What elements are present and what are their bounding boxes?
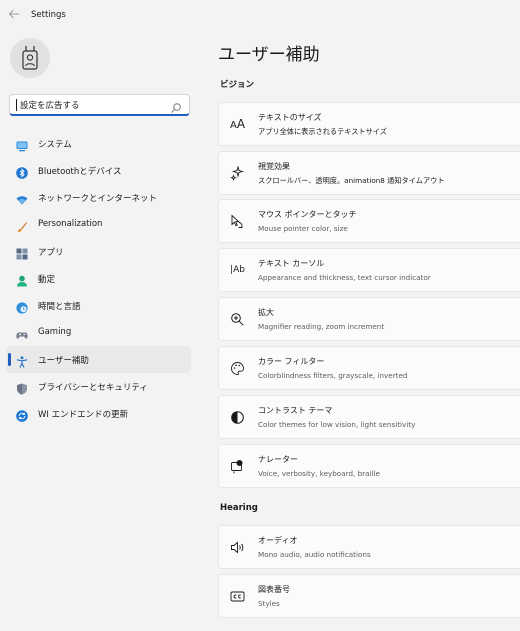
section-label-vision: ビジョン [220, 80, 255, 90]
mouse-pointer-icon [230, 214, 245, 229]
sidebar-item-label: プライバシーとセキュリティ [38, 383, 148, 393]
sidebar-item-time-language[interactable]: 時間と言語 [6, 292, 191, 319]
sidebar-item-label: ユーザー補助 [38, 356, 89, 366]
sidebar-item-privacy[interactable]: プライバシーとセキュリティ [6, 373, 191, 400]
search-value: 設定を広告する [20, 101, 80, 111]
sidebar-item-label: 動定 [38, 275, 56, 285]
sidebar-item-label: システム [38, 140, 72, 150]
text-cursor-icon: |Ab [230, 265, 245, 275]
setting-card-text-size[interactable]: AA テキストのサイズ アプリ全体に表示されるテキストサイズ [218, 102, 520, 146]
sidebar-nav: システム Bluetoothとデバイス ネットワークとインターネット Perso… [6, 130, 191, 427]
setting-card-subtitle: Mono audio, audio notifications [258, 550, 371, 559]
sidebar-item-update[interactable]: WI エンドエンドの更新 [6, 400, 191, 427]
bluetooth-icon [16, 164, 28, 179]
setting-card-title: オーディオ [258, 536, 298, 545]
text-size-icon: AA [229, 116, 246, 131]
sidebar-item-accessibility[interactable]: ユーザー補助 [6, 346, 191, 373]
setting-card-title: カラー フィルター [258, 357, 325, 366]
sidebar-item-label: Gaming [38, 327, 72, 337]
setting-card-title: コントラスト テーマ [258, 406, 333, 415]
setting-card-title: ナレーター [258, 455, 298, 464]
setting-card-subtitle: Magnifier reading, zoom increment [258, 322, 385, 331]
gamepad-icon [16, 326, 28, 339]
setting-card-subtitle: Voice, verbosity, keyboard, braille [258, 469, 380, 478]
sidebar-item-network[interactable]: ネットワークとインターネット [6, 184, 191, 211]
wifi-icon [16, 191, 28, 205]
setting-card-contrast-themes[interactable]: コントラスト テーマ Color themes for low vision, … [218, 395, 520, 439]
setting-card-title: テキスト カーソル [258, 259, 325, 268]
setting-card-captions[interactable]: 図表番号 Styles [218, 574, 520, 618]
setting-card-title: 拡大 [258, 308, 274, 317]
section-label-hearing: Hearing [220, 503, 258, 513]
sparkle-icon [230, 166, 245, 181]
sidebar-item-label: 時間と言語 [38, 302, 81, 312]
search-icon[interactable] [170, 99, 182, 113]
app-title: Settings [31, 10, 66, 20]
setting-card-subtitle: スクロールバー、透明度。animation8 通知タイムアウト [258, 176, 445, 185]
setting-card-subtitle: アプリ全体に表示されるテキストサイズ [258, 127, 387, 136]
setting-card-color-filters[interactable]: カラー フィルター Colorblindness filters, graysc… [218, 346, 520, 390]
title-bar: Settings [0, 0, 520, 32]
setting-card-narrator[interactable]: ナレーター Voice, verbosity, keyboard, braill… [218, 444, 520, 488]
id-badge-icon [22, 46, 38, 70]
sidebar-item-label: ネットワークとインターネット [38, 194, 158, 204]
sidebar-item-label: Bluetoothとデバイス [38, 167, 122, 177]
setting-card-subtitle: Mouse pointer color, size [258, 224, 348, 233]
sidebar-item-accounts[interactable]: 動定 [6, 265, 191, 292]
account-icon [16, 272, 28, 287]
setting-card-subtitle: Colorblindness filters, grayscale, inver… [258, 371, 408, 380]
sidebar-item-personalization[interactable]: Personalization [6, 211, 191, 238]
setting-card-magnifier[interactable]: 拡大 Magnifier reading, zoom increment [218, 297, 520, 341]
apps-icon [16, 245, 28, 260]
palette-icon [230, 361, 245, 376]
avatar[interactable] [10, 38, 50, 78]
sidebar: 設定を広告する システム Bluetoothとデバイス ネットワークとインターネ… [0, 32, 200, 631]
setting-card-subtitle: Appearance and thickness, text cursor in… [258, 273, 431, 282]
sidebar-item-label: アプリ [38, 248, 64, 258]
brush-icon [16, 218, 28, 232]
back-arrow-icon[interactable] [6, 8, 22, 24]
setting-card-subtitle: Styles [258, 599, 280, 608]
search-input[interactable]: 設定を広告する [9, 94, 190, 116]
sidebar-item-label: Personalization [38, 219, 103, 229]
update-icon [16, 407, 28, 422]
shield-icon [16, 380, 28, 395]
active-indicator [8, 353, 11, 366]
setting-card-subtitle: Color themes for low vision, light sensi… [258, 420, 416, 429]
monitor-icon [16, 137, 28, 152]
setting-card-title: テキストのサイズ [258, 113, 322, 122]
narrator-icon [230, 459, 245, 474]
speaker-icon [230, 540, 245, 555]
sidebar-item-bluetooth[interactable]: Bluetoothとデバイス [6, 157, 191, 184]
text-caret [16, 99, 17, 111]
setting-card-title: 視覚効果 [258, 162, 290, 171]
setting-card-title: 図表番号 [258, 585, 290, 594]
setting-card-audio[interactable]: オーディオ Mono audio, audio notifications [218, 525, 520, 569]
sidebar-item-system[interactable]: システム [6, 130, 191, 157]
accessibility-icon [16, 353, 28, 368]
setting-card-text-cursor[interactable]: |Ab テキスト カーソル Appearance and thickness, … [218, 248, 520, 292]
page-title: ユーザー補助 [218, 45, 320, 65]
captions-icon [230, 589, 245, 604]
contrast-icon [230, 410, 245, 425]
setting-card-visual-effects[interactable]: 視覚効果 スクロールバー、透明度。animation8 通知タイムアウト [218, 151, 520, 195]
globe-clock-icon [16, 299, 28, 314]
setting-card-title: マウス ポインターとタッチ [258, 210, 357, 219]
sidebar-item-label: WI エンドエンドの更新 [38, 410, 129, 420]
sidebar-item-gaming[interactable]: Gaming [6, 319, 191, 346]
magnifier-icon [230, 312, 245, 327]
sidebar-item-apps[interactable]: アプリ [6, 238, 191, 265]
setting-card-mouse-pointer[interactable]: マウス ポインターとタッチ Mouse pointer color, size [218, 199, 520, 243]
